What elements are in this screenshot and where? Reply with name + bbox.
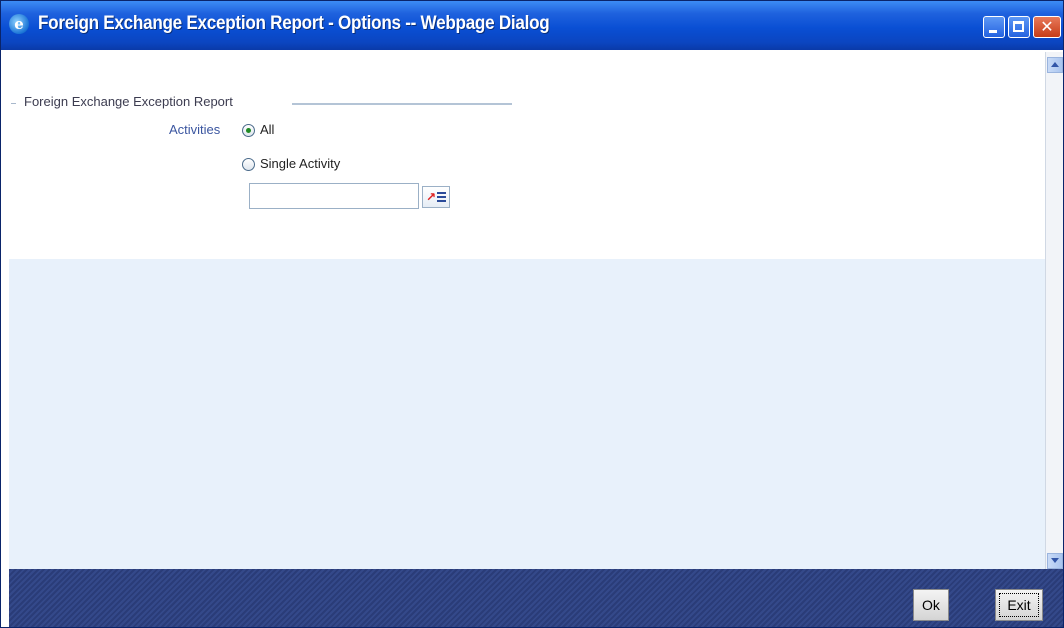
options-form: Foreign Exchange Exception Report Activi…: [9, 52, 1045, 259]
ok-button[interactable]: Ok: [913, 589, 949, 621]
activity-input[interactable]: [249, 183, 419, 209]
fieldset-border: [11, 103, 16, 104]
close-icon[interactable]: [1033, 16, 1061, 38]
section-title: Foreign Exchange Exception Report: [24, 94, 233, 109]
minimize-icon[interactable]: [983, 16, 1005, 38]
list-icon: [437, 192, 446, 202]
dialog-window: e Foreign Exchange Exception Report - Op…: [0, 0, 1064, 628]
radio-all[interactable]: [242, 124, 255, 137]
radio-single-activity-label[interactable]: Single Activity: [260, 156, 340, 171]
fieldset-border: [292, 103, 512, 105]
vertical-scrollbar[interactable]: [1045, 52, 1063, 569]
ie-icon: e: [9, 14, 29, 34]
radio-all-label[interactable]: All: [260, 122, 274, 137]
dialog-content: Foreign Exchange Exception Report Activi…: [9, 52, 1045, 569]
radio-single-activity[interactable]: [242, 158, 255, 171]
title-bar[interactable]: e Foreign Exchange Exception Report - Op…: [1, 1, 1063, 50]
exit-button[interactable]: Exit: [995, 589, 1043, 621]
maximize-icon[interactable]: [1008, 16, 1030, 38]
scroll-up-icon[interactable]: [1047, 57, 1063, 73]
window-title: Foreign Exchange Exception Report - Opti…: [38, 13, 550, 34]
activities-label: Activities: [169, 122, 221, 137]
list-of-values-icon[interactable]: ↗: [422, 186, 450, 208]
dialog-footer: Ok Exit: [9, 569, 1063, 627]
arrow-icon: ↗: [426, 190, 437, 204]
scroll-down-icon[interactable]: [1047, 553, 1063, 569]
